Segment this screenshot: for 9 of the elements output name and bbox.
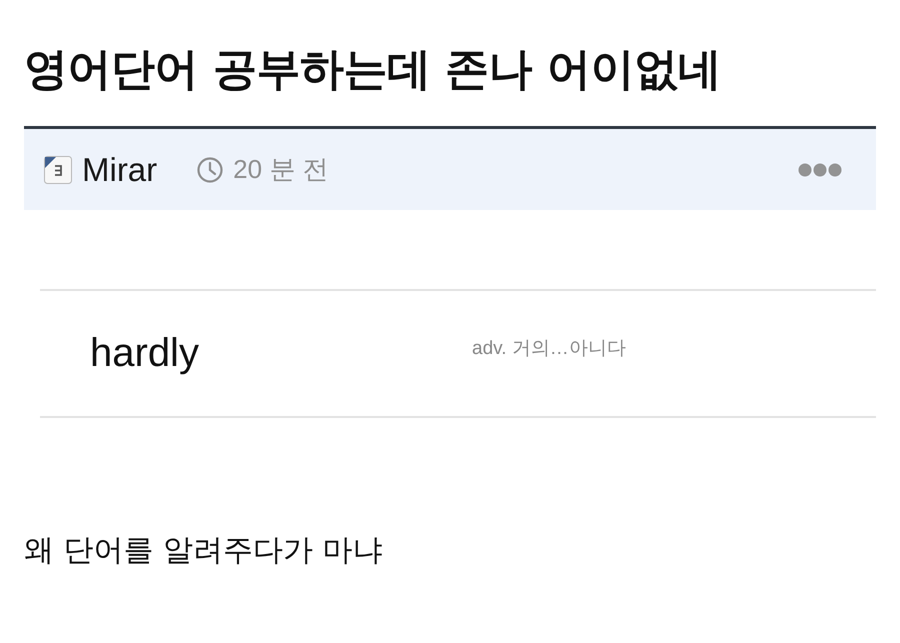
- post-time: 20 분 전: [233, 153, 329, 186]
- clock-icon: [197, 156, 224, 182]
- author-name[interactable]: Mirar: [82, 150, 158, 188]
- post-title: 영어단어 공부하는데 존나 어이없네: [24, 43, 722, 96]
- word-text: hardly: [90, 331, 200, 376]
- more-options-icon[interactable]: [798, 162, 842, 176]
- definition-text: adv. 거의…아니다: [472, 337, 626, 361]
- post-body-text: 왜 단어를 알려주다가 마냐: [24, 532, 384, 570]
- user-badge-icon: [44, 156, 72, 184]
